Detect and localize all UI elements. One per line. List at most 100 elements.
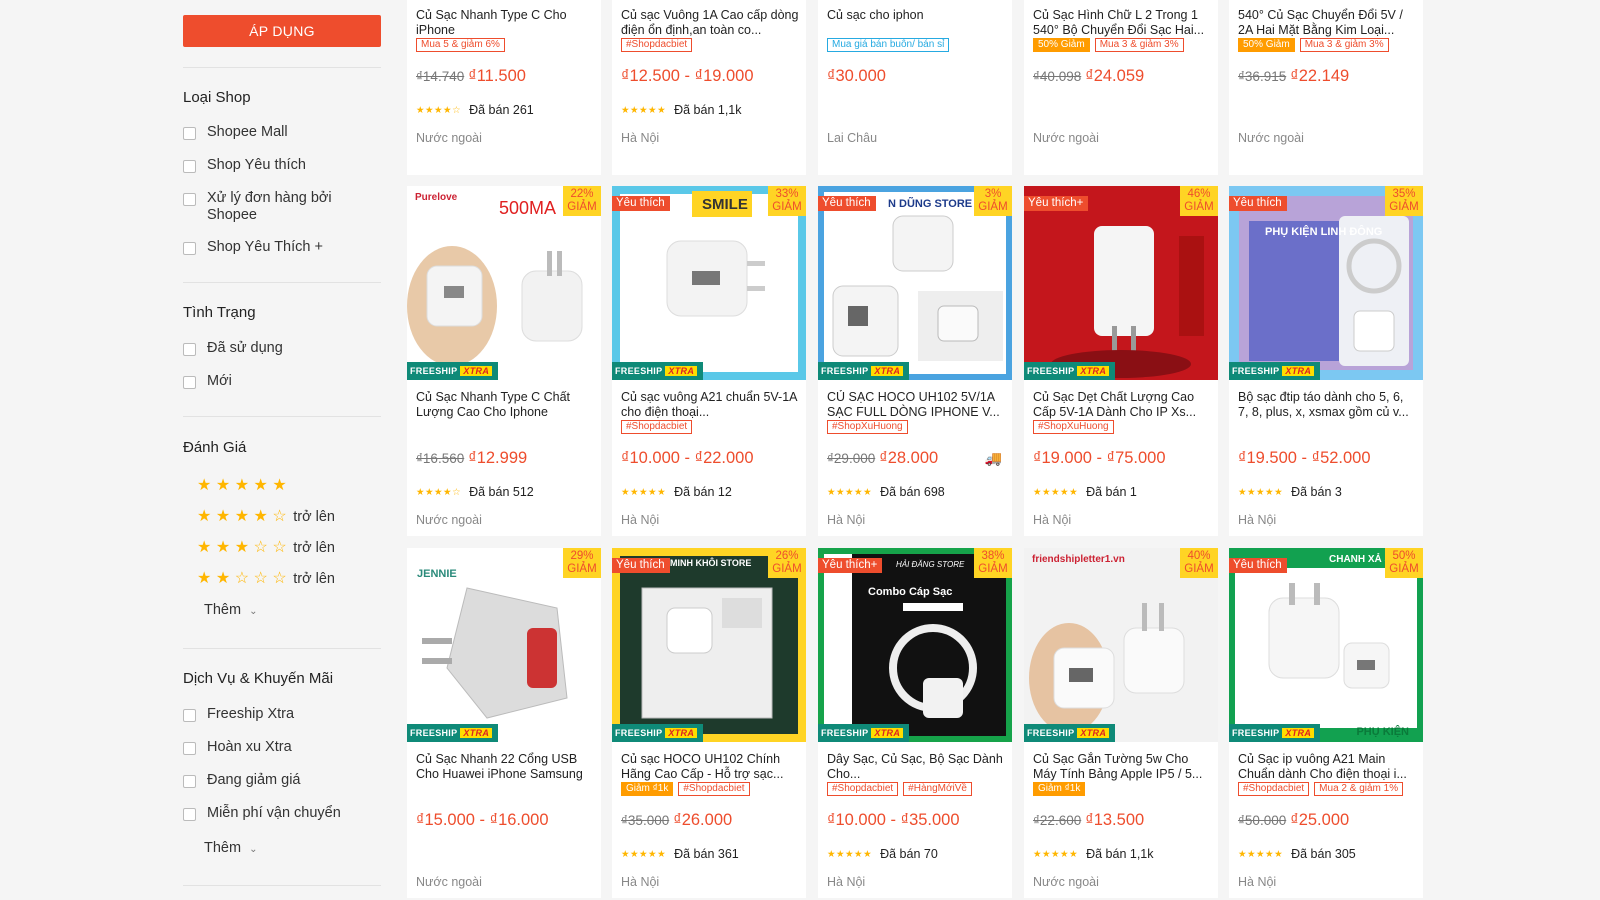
filter-on-sale[interactable]: Đang giảm giá	[183, 772, 381, 789]
checkbox[interactable]	[183, 343, 196, 356]
filter-used[interactable]: Đã sử dụng	[183, 340, 381, 357]
product-image[interactable]: friendshipletter1.vn 40% GIẢM FREESHIP XTRA	[1024, 548, 1218, 742]
rating-4-up[interactable]: ★ ★ ★ ★ ☆ trở lên	[197, 508, 335, 526]
freeship-xtra-badge: FREESHIP XTRA	[1024, 724, 1116, 742]
apply-filter-button[interactable]: ÁP DỤNG	[183, 15, 381, 47]
product-name[interactable]: CỦ SẠC HOCO UH102 5V/1A SẠC FULL DÒNG IP…	[827, 390, 1005, 419]
checkbox-label: Freeship Xtra	[207, 706, 295, 722]
product-image[interactable]: JENNIE 29% GIẢM FREESHIP XTRA	[407, 548, 601, 742]
product-image[interactable]: Purelove 500MA 22% GIẢM FREESHIP XTRA	[407, 186, 601, 380]
checkbox[interactable]	[183, 376, 196, 389]
sold-count: Đã bán 305	[1291, 847, 1356, 861]
filter-freeship-xtra[interactable]: Freeship Xtra	[183, 706, 381, 723]
promo-tags: 50% Giảm Mua 3 & giảm 3%	[1238, 38, 1389, 52]
freeship-label: FREESHIP	[821, 728, 869, 738]
product-name[interactable]: Bộ sạc đtip táo dành cho 5, 6, 7, 8, plu…	[1238, 390, 1416, 419]
product-name[interactable]: Củ Sạc Nhanh Type C Cho iPhone	[416, 8, 594, 37]
product-card[interactable]: Purelove 500MA 22% GIẢM FREESHIP XTRA Củ Sạc N…	[407, 186, 601, 536]
filter-shopee-mall[interactable]: Shopee Mall	[183, 124, 381, 141]
product-card[interactable]: 540° Củ Sạc Chuyển Đổi 5V / 2A Hai Mặt B…	[1229, 0, 1423, 175]
product-image[interactable]: N DŨNG STORE Yêu thích 3% GIẢM FREESHIP XTRA	[818, 186, 1012, 380]
star-outline-icon: ☆	[272, 570, 287, 587]
product-image[interactable]: PHỤ KIỆN LINH ĐÔNG Yêu thích 35% GIẢM FREESH…	[1229, 186, 1423, 380]
product-image[interactable]: Yêu thích+ 46% GIẢM FREESHIP XTRA	[1024, 186, 1218, 380]
checkbox[interactable]	[183, 808, 196, 821]
promo-tags: #ShopXuHuong	[1033, 420, 1114, 434]
freeship-xtra-badge: FREESHIP XTRA	[612, 362, 704, 380]
services-more-button[interactable]: Thêm ⌄	[204, 840, 257, 856]
product-image[interactable]: HẢI ĐĂNG STORE Combo Cáp Sạc Yêu thích+ 38%…	[818, 548, 1012, 742]
product-card[interactable]: HẢI ĐĂNG STORE Combo Cáp Sạc Yêu thích+ 38%…	[818, 548, 1012, 898]
original-price: ₫16.560	[416, 451, 465, 466]
product-name[interactable]: Củ sạc Vuông 1A Cao cấp dòng điện ổn địn…	[621, 8, 799, 37]
favorite-shop-badge: Yêu thích+	[1024, 196, 1089, 211]
sale-price: ₫15.000 - ₫16.000	[416, 811, 549, 829]
filter-shop-yeu-thich[interactable]: Shop Yêu thích	[183, 157, 381, 174]
checkbox[interactable]	[183, 193, 196, 206]
product-image[interactable]: MINH KHÔI STORE Yêu thích 26% GIẢM FREESHIP X…	[612, 548, 806, 742]
rating-sold-row: ★★★★★ Đã bán 12	[621, 485, 732, 499]
sale-price: ₫10.000 - ₫22.000	[621, 449, 754, 467]
product-card[interactable]: N DŨNG STORE Yêu thích 3% GIẢM FREESHIP XTRA C…	[818, 186, 1012, 536]
chevron-down-icon: ⌄	[249, 606, 258, 617]
filter-new[interactable]: Mới	[183, 373, 381, 390]
rating-sold-row: ★★★★☆ Đã bán 512	[416, 485, 534, 499]
product-card[interactable]: Củ sạc cho iphon Mua giá bán buôn/ bán sỉ…	[818, 0, 1012, 175]
product-card[interactable]: JENNIE 29% GIẢM FREESHIP XTRA Củ Sạc Nhanh 22…	[407, 548, 601, 898]
product-image[interactable]: PHỤ KIỆN CHANH XẢ SHOP Yêu thích 50% GIẢM FRE…	[1229, 548, 1423, 742]
freeship-xtra-badge: FREESHIP XTRA	[1024, 362, 1116, 380]
product-name[interactable]: Dây Sạc, Củ Sạc, Bộ Sạc Dành Cho...	[827, 752, 1005, 781]
checkbox-label: Miễn phí vận chuyển	[207, 805, 341, 821]
checkbox[interactable]	[183, 242, 196, 255]
star-icon: ★	[197, 539, 212, 556]
rating-5[interactable]: ★ ★ ★ ★ ★	[197, 478, 291, 494]
star-icon: ★	[272, 477, 287, 494]
checkbox[interactable]	[183, 160, 196, 173]
filter-shopee-fulfilled[interactable]: Xử lý đơn hàng bởi Shopee	[183, 190, 381, 224]
sold-count: Đã bán 698	[880, 485, 945, 499]
shop-location: Hà Nội	[1033, 513, 1072, 527]
star-rating-icon: ★★★★★	[1033, 848, 1079, 860]
product-name[interactable]: Củ Sạc ip vuông A21 Main Chuẩn dành Cho …	[1238, 752, 1416, 781]
star-icon: ★	[197, 508, 212, 525]
checkbox-label: Đã sử dụng	[207, 340, 283, 356]
rating-3-up[interactable]: ★ ★ ★ ☆ ☆ trở lên	[197, 539, 335, 557]
original-price: ₫35.000	[621, 813, 670, 828]
filter-shop-yeu-thich-plus[interactable]: Shop Yêu Thích +	[183, 239, 381, 256]
xtra-label: XTRA	[1077, 728, 1110, 738]
product-card[interactable]: PHỤ KIỆN CHANH XẢ SHOP Yêu thích 50% GIẢM FRE…	[1229, 548, 1423, 898]
product-card[interactable]: MINH KHÔI STORE Yêu thích 26% GIẢM FREESHIP X…	[612, 548, 806, 898]
product-name[interactable]: Củ Sạc Nhanh 22 Cổng USB Cho Huawei iPho…	[416, 752, 594, 781]
product-name[interactable]: Củ sạc HOCO UH102 Chính Hãng Cao Cấp - H…	[621, 752, 799, 781]
rating-2-up[interactable]: ★ ★ ☆ ☆ ☆ trở lên	[197, 570, 335, 588]
product-name[interactable]: Củ Sạc Nhanh Type C Chất Lượng Cao Cho I…	[416, 390, 594, 419]
product-name[interactable]: Củ sạc cho iphon	[827, 8, 1005, 23]
product-card[interactable]: SMILE Yêu thích 33% GIẢM FREESHIP XTRA Củ sạc …	[612, 186, 806, 536]
product-card[interactable]: Củ Sạc Nhanh Type C Cho iPhone Mua 5 & gi…	[407, 0, 601, 175]
filter-hoan-xu-xtra[interactable]: Hoàn xu Xtra	[183, 739, 381, 756]
product-card[interactable]: FREESHIPXTRACủ Sạc Hình Chữ L 2 Trong 1 …	[1024, 0, 1218, 175]
rating-more-button[interactable]: Thêm ⌄	[204, 602, 257, 618]
product-card[interactable]: Yêu thích+ 46% GIẢM FREESHIP XTRA Củ Sạc Dẹt …	[1024, 186, 1218, 536]
product-card[interactable]: FREESHIPXTRACủ sạc Vuông 1A Cao cấp dòng…	[612, 0, 806, 175]
star-icon: ★	[253, 477, 268, 494]
product-name[interactable]: Củ Sạc Hình Chữ L 2 Trong 1 540° Bộ Chuy…	[1033, 8, 1211, 37]
freeship-xtra-badge: FREESHIP XTRA	[407, 724, 499, 742]
filter-free-shipping[interactable]: Miễn phí vận chuyển	[183, 805, 381, 822]
product-card[interactable]: friendshipletter1.vn 40% GIẢM FREESHIP XTRA C…	[1024, 548, 1218, 898]
checkbox[interactable]	[183, 742, 196, 755]
product-image[interactable]: SMILE Yêu thích 33% GIẢM FREESHIP XTRA	[612, 186, 806, 380]
sale-price: ₫11.500	[468, 67, 526, 85]
checkbox[interactable]	[183, 775, 196, 788]
product-name[interactable]: 540° Củ Sạc Chuyển Đổi 5V / 2A Hai Mặt B…	[1238, 8, 1416, 37]
checkbox[interactable]	[183, 127, 196, 140]
checkbox[interactable]	[183, 709, 196, 722]
product-name[interactable]: Củ sạc vuông A21 chuẩn 5V-1A cho điện th…	[621, 390, 799, 419]
product-name[interactable]: Củ Sạc Gắn Tường 5w Cho Máy Tính Bảng Ap…	[1033, 752, 1211, 781]
rating-title: Đánh Giá	[183, 439, 247, 456]
promo-tags: #Shopdacbiet	[621, 38, 693, 52]
product-card[interactable]: PHỤ KIỆN LINH ĐÔNG Yêu thích 35% GIẢM FREESH…	[1229, 186, 1423, 536]
promo-tag: #HàngMớiVề	[903, 782, 972, 796]
product-name[interactable]: Củ Sạc Dẹt Chất Lượng Cao Cấp 5V-1A Dành…	[1033, 390, 1211, 419]
xtra-label: XTRA	[665, 366, 698, 376]
